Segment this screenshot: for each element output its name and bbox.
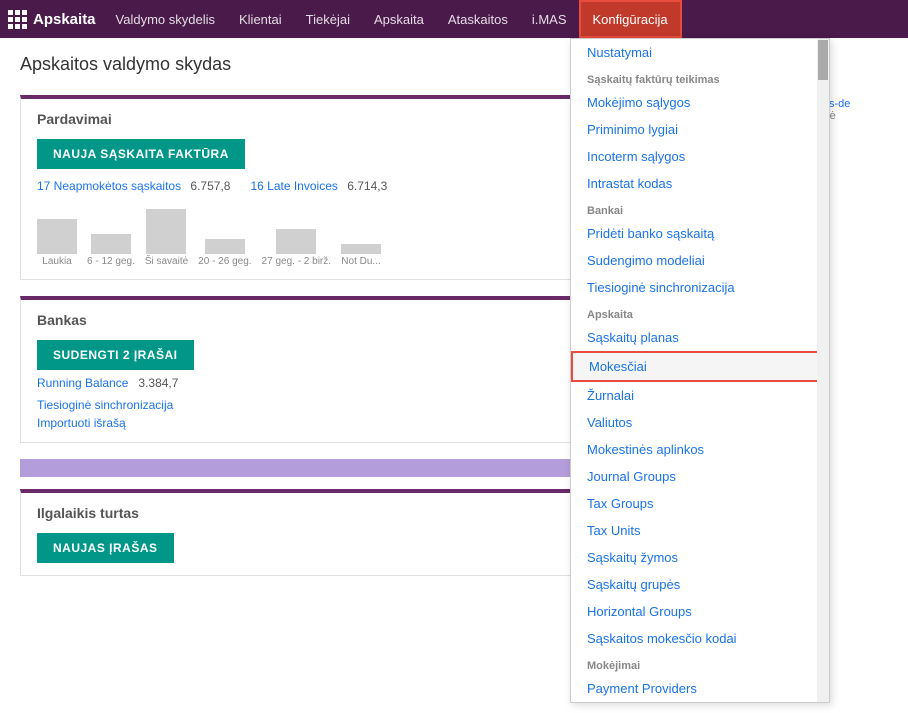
konfiguracija-dropdown: Nustatymai Sąskaitų faktūrų teikimas Mok…	[570, 38, 830, 703]
nav-item-apskaita[interactable]: Apskaita	[362, 0, 436, 38]
chart-bar-0: Laukia	[37, 219, 77, 267]
dropdown-journal-groups[interactable]: Journal Groups	[571, 463, 829, 490]
ilgalaikis-title: Ilgalaikis turtas	[37, 505, 563, 521]
brand: Apskaita	[8, 10, 96, 29]
dropdown-mokejimo-salygos[interactable]: Mokėjimo sąlygos	[571, 89, 829, 116]
dropdown-section-bankai: Bankai	[571, 197, 829, 220]
dropdown-priminimo-lygiai[interactable]: Priminimo lygiai	[571, 116, 829, 143]
new-invoice-button[interactable]: NAUJA SĄSKAITA FAKTŪRA	[37, 139, 245, 169]
chart-bar-1: 6 - 12 geg.	[87, 234, 135, 267]
nav-item-tiekejai[interactable]: Tiekėjai	[294, 0, 362, 38]
dropdown-sudengimo[interactable]: Sudengimo modeliai	[571, 247, 829, 274]
invoice-2-amount: 6.714,3	[347, 179, 387, 193]
dropdown-saskaitos-mokescio[interactable]: Sąskaitos mokesčio kodai	[571, 625, 829, 652]
invoice-2-link[interactable]: 16 Late Invoices 6.714,3	[250, 179, 387, 193]
scrollbar-thumb	[818, 40, 828, 80]
grid-icon	[8, 10, 27, 29]
bar-1	[91, 234, 131, 254]
pardavimai-section: Pardavimai NAUJA SĄSKAITA FAKTŪRA 17 Nea…	[20, 95, 580, 280]
dropdown-mokesciai[interactable]: Mokesčiai	[571, 351, 829, 382]
dropdown-section-saskaitu: Sąskaitų faktūrų teikimas	[571, 66, 829, 89]
chart-bar-4: 27 geg. - 2 birž.	[262, 229, 331, 267]
import-link[interactable]: Importuoti išrašą	[37, 416, 563, 430]
new-record-button[interactable]: NAUJAS ĮRAŠAS	[37, 533, 174, 563]
dropdown-zurnalai[interactable]: Žurnalai	[571, 382, 829, 409]
invoice-1-amount: 6.757,8	[190, 179, 230, 193]
dropdown-valiutos[interactable]: Valiutos	[571, 409, 829, 436]
scrollbar[interactable]	[817, 39, 829, 702]
chart-bar-5: Not Du...	[341, 244, 381, 267]
running-balance-label[interactable]: Running Balance	[37, 376, 128, 390]
brand-label: Apskaita	[33, 11, 96, 28]
bar-2	[146, 209, 186, 254]
chart-bar-2: Ši savaitė	[145, 209, 188, 267]
running-balance-amount: 3.384,7	[138, 376, 178, 390]
chart-bar-3: 20 - 26 geg.	[198, 239, 251, 267]
ilgalaikis-section: Ilgalaikis turtas NAUJAS ĮRAŠAS	[20, 489, 580, 576]
nav-item-konfiguracija[interactable]: Konfigūracija	[579, 0, 682, 38]
nav-item-ataskaitos[interactable]: Ataskaitos	[436, 0, 520, 38]
nav-item-imas[interactable]: i.MAS	[520, 0, 579, 38]
dropdown-saskaitu-zymos[interactable]: Sąskaitų žymos	[571, 544, 829, 571]
dropdown-tax-units[interactable]: Tax Units	[571, 517, 829, 544]
bar-chart: Laukia 6 - 12 geg. Ši savaitė 20 - 26 ge…	[37, 207, 563, 267]
dropdown-mokestines[interactable]: Mokestinės aplinkos	[571, 436, 829, 463]
dropdown-tax-groups[interactable]: Tax Groups	[571, 490, 829, 517]
sync-link[interactable]: Tiesioginė sinchronizacija	[37, 398, 563, 412]
bankas-section: Bankas SUDENGTI 2 ĮRAŠAI Running Balance…	[20, 296, 580, 443]
bar-5	[341, 244, 381, 254]
pardavimai-title: Pardavimai	[37, 111, 563, 127]
invoice-2-label: 16 Late Invoices	[250, 179, 337, 193]
nav-items: Valdymo skydelis Klientai Tiekėjai Apska…	[104, 0, 682, 38]
bar-0	[37, 219, 77, 254]
bar-label-0: Laukia	[42, 256, 71, 267]
bank-links: Tiesioginė sinchronizacija Importuoti iš…	[37, 398, 563, 430]
nav-item-valdymo[interactable]: Valdymo skydelis	[104, 0, 227, 38]
bar-label-1: 6 - 12 geg.	[87, 256, 135, 267]
dropdown-horizontal-groups[interactable]: Horizontal Groups	[571, 598, 829, 625]
bar-label-4: 27 geg. - 2 birž.	[262, 256, 331, 267]
running-balance-row: Running Balance 3.384,7	[37, 376, 563, 390]
invoice-1-link[interactable]: 17 Neapmokėtos sąskaitos 6.757,8	[37, 179, 230, 193]
dropdown-nustatymai[interactable]: Nustatymai	[571, 39, 829, 66]
dropdown-saskaitu-grupes[interactable]: Sąskaitų grupės	[571, 571, 829, 598]
navbar: Apskaita Valdymo skydelis Klientai Tiekė…	[0, 0, 908, 38]
dropdown-payment-providers[interactable]: Payment Providers	[571, 675, 829, 702]
dropdown-section-apskaita: Apskaita	[571, 301, 829, 324]
invoices-row: 17 Neapmokėtos sąskaitos 6.757,8 16 Late…	[37, 179, 563, 193]
dropdown-incoterm[interactable]: Incoterm sąlygos	[571, 143, 829, 170]
bar-label-2: Ši savaitė	[145, 256, 188, 267]
invoice-1-label: 17 Neapmokėtos sąskaitos	[37, 179, 181, 193]
dropdown-intrastat[interactable]: Intrastat kodas	[571, 170, 829, 197]
purple-bar	[20, 459, 580, 477]
bar-label-5: Not Du...	[341, 256, 380, 267]
dropdown-prideti-banko[interactable]: Pridėti banko sąskaitą	[571, 220, 829, 247]
dropdown-section-mokejimai: Mokėjimai	[571, 652, 829, 675]
bar-4	[276, 229, 316, 254]
sudengti-button[interactable]: SUDENGTI 2 ĮRAŠAI	[37, 340, 194, 370]
dropdown-saskaitu-planas[interactable]: Sąskaitų planas	[571, 324, 829, 351]
dropdown-tiesio-sinch[interactable]: Tiesioginė sinchronizacija	[571, 274, 829, 301]
main-content: Apskaitos valdymo skydas Pardavimai NAUJ…	[0, 38, 908, 713]
bar-3	[205, 239, 245, 254]
bar-label-3: 20 - 26 geg.	[198, 256, 251, 267]
nav-item-klientai[interactable]: Klientai	[227, 0, 294, 38]
bankas-title: Bankas	[37, 312, 563, 328]
